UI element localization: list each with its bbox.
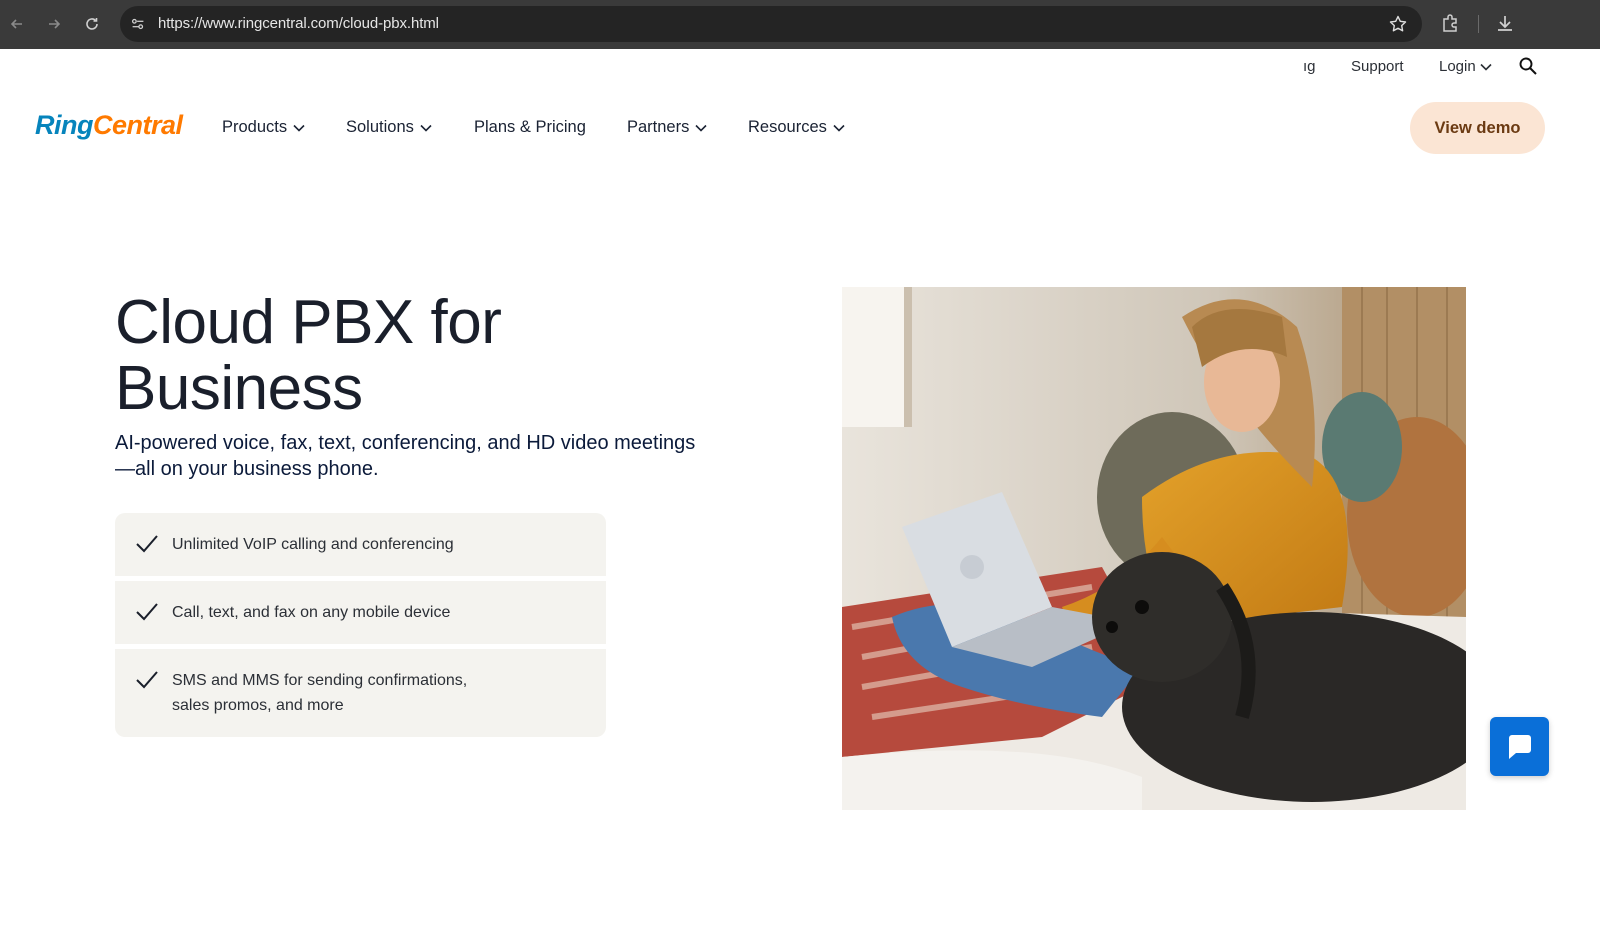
nav-resources-label: Resources: [748, 118, 827, 136]
feature-text-line1: SMS and MMS for sending confirmations,: [172, 672, 468, 689]
nav-solutions-label: Solutions: [346, 118, 414, 136]
reload-icon[interactable]: [80, 12, 104, 36]
url-text[interactable]: https://www.ringcentral.com/cloud-pbx.ht…: [158, 15, 439, 32]
back-icon[interactable]: [5, 12, 29, 36]
feature-list: Unlimited VoIP calling and conferencing …: [115, 513, 606, 737]
logo-text-ring: Ring: [35, 110, 94, 140]
view-demo-button[interactable]: View demo: [1410, 102, 1545, 154]
chat-icon: [1508, 734, 1531, 759]
page-title-line2: Business: [115, 354, 363, 423]
chevron-down-icon: [1480, 63, 1492, 71]
nav-products-label: Products: [222, 118, 288, 136]
page-title-line1: Cloud PBX for: [115, 288, 502, 357]
login-menu[interactable]: Login: [1439, 58, 1492, 75]
page-title: Cloud PBX for Business: [115, 290, 755, 422]
nav-plans-pricing-label: Plans & Pricing: [474, 118, 586, 136]
browser-toolbar: https://www.ringcentral.com/cloud-pbx.ht…: [0, 0, 1600, 49]
feature-item: Unlimited VoIP calling and conferencing: [115, 513, 606, 576]
download-icon[interactable]: [1494, 12, 1516, 34]
chevron-down-icon: [420, 124, 432, 132]
star-icon[interactable]: [1388, 14, 1408, 34]
chevron-down-icon: [833, 124, 845, 132]
nav-partners[interactable]: Partners: [627, 118, 707, 137]
forward-icon[interactable]: [42, 12, 66, 36]
toolbar-divider: [1478, 15, 1479, 33]
chevron-down-icon: [695, 124, 707, 132]
extensions-icon[interactable]: [1440, 12, 1462, 34]
nav-solutions[interactable]: Solutions: [346, 118, 432, 137]
utility-item-truncated[interactable]: ıg: [1303, 58, 1316, 75]
nav-plans-pricing[interactable]: Plans & Pricing: [474, 118, 586, 137]
hero-subtitle-line1: AI-powered voice, fax, text, conferencin…: [115, 432, 696, 454]
hero-photo: [842, 287, 1466, 810]
feature-text: Call, text, and fax on any mobile device: [172, 604, 451, 621]
search-icon[interactable]: [1518, 56, 1538, 76]
utility-nav: ıg Support Login: [0, 56, 1600, 78]
ringcentral-logo[interactable]: RingCentral: [35, 110, 183, 141]
feature-item: SMS and MMS for sending confirmations, s…: [115, 649, 606, 737]
hero-subtitle: AI-powered voice, fax, text, conferencin…: [115, 430, 755, 482]
nav-products[interactable]: Products: [222, 118, 305, 137]
hero-subtitle-line2: —all on your business phone.: [115, 458, 379, 480]
feature-text: Unlimited VoIP calling and conferencing: [172, 536, 454, 553]
woman-with-laptop-and-dog-image: [842, 287, 1466, 810]
chevron-down-icon: [293, 124, 305, 132]
nav-partners-label: Partners: [627, 118, 690, 136]
feature-text-line2: sales promos, and more: [172, 697, 344, 714]
check-icon: [136, 535, 158, 553]
support-link[interactable]: Support: [1351, 58, 1404, 75]
check-icon: [136, 671, 158, 689]
nav-resources[interactable]: Resources: [748, 118, 845, 137]
logo-text-central: Central: [93, 110, 183, 140]
check-icon: [136, 603, 158, 621]
chat-button[interactable]: [1490, 717, 1549, 776]
login-label: Login: [1439, 58, 1476, 75]
address-bar[interactable]: https://www.ringcentral.com/cloud-pbx.ht…: [120, 6, 1422, 42]
site-settings-icon[interactable]: [128, 14, 148, 34]
feature-item: Call, text, and fax on any mobile device: [115, 581, 606, 644]
